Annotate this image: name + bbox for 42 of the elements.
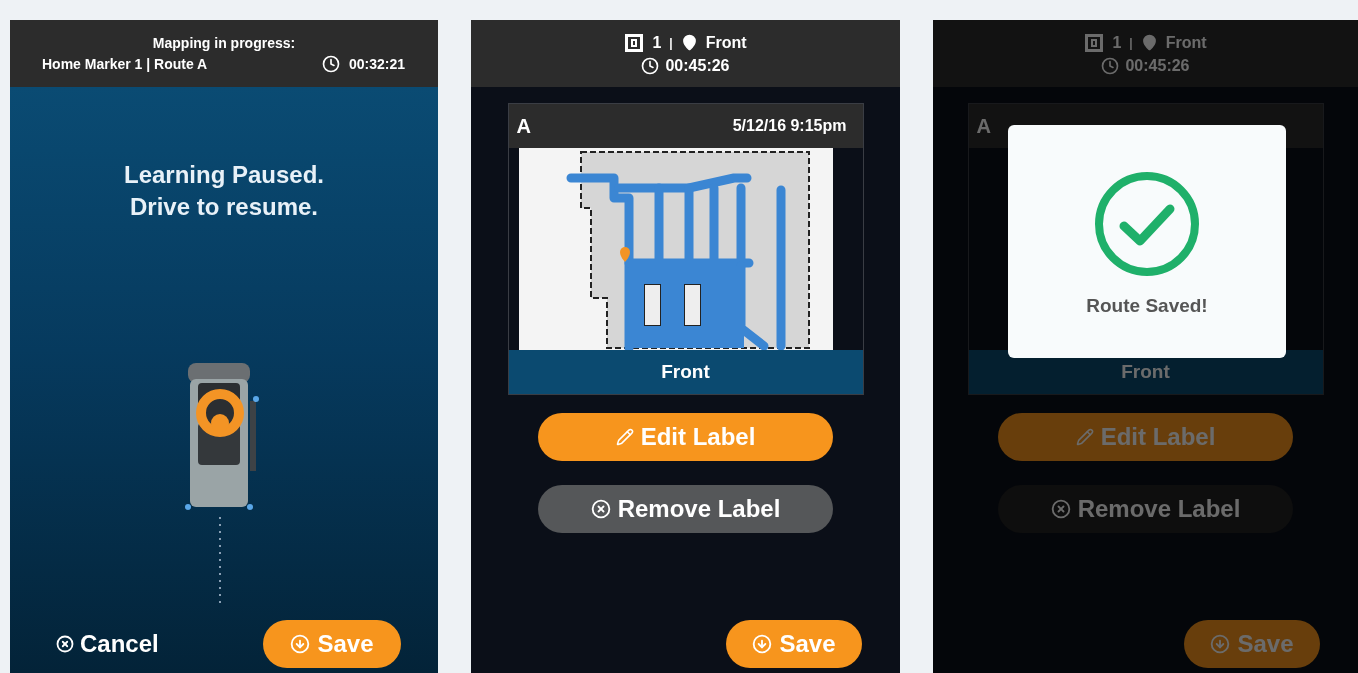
close-icon <box>590 499 611 519</box>
clock-icon <box>321 54 340 73</box>
elapsed-time: 00:45:26 <box>1125 56 1190 75</box>
marker-icon <box>1084 32 1105 53</box>
dialog-message: Route Saved! <box>1086 295 1208 317</box>
route-label: Front <box>1121 361 1170 383</box>
remove-label-button[interactable]: Remove Label <box>538 485 833 533</box>
location-pin-icon <box>680 34 698 51</box>
status-message: Learning Paused. <box>123 160 325 190</box>
close-icon <box>56 635 74 653</box>
route-card[interactable]: A 5/12/16 9:15pm Front <box>507 103 864 395</box>
download-icon <box>752 634 773 654</box>
download-icon <box>1210 634 1231 654</box>
save-button[interactable]: Save <box>263 620 401 668</box>
location-name: Front <box>1165 33 1207 52</box>
remove-label-button[interactable]: Remove Label <box>998 485 1293 533</box>
separator: | <box>1129 35 1133 50</box>
edit-label-button[interactable]: Edit Label <box>538 413 833 461</box>
header-title: Mapping in progress: <box>152 34 296 51</box>
elapsed-time: 00:32:21 <box>348 55 405 72</box>
save-button[interactable]: Save <box>726 620 862 668</box>
clock-icon <box>641 56 660 75</box>
route-label: Front <box>661 361 710 383</box>
clock-icon <box>1101 56 1120 75</box>
separator: | <box>669 35 673 50</box>
pencil-icon <box>1075 428 1094 446</box>
cancel-button[interactable]: Cancel <box>56 630 159 658</box>
check-circle-icon <box>1094 171 1200 277</box>
download-icon <box>290 634 311 654</box>
route-date: 5/12/16 9:15pm <box>732 117 847 135</box>
close-icon <box>1050 499 1071 519</box>
elapsed-time: 00:45:26 <box>665 56 730 75</box>
marker-number: 1 <box>652 33 662 52</box>
location-name: Front <box>705 33 747 52</box>
pencil-icon <box>615 428 634 446</box>
status-message: Drive to resume. <box>129 192 319 222</box>
location-pin-icon <box>1140 34 1158 51</box>
marker-icon <box>624 32 645 53</box>
route-letter: A <box>516 114 531 138</box>
marker-number: 1 <box>1112 33 1122 52</box>
route-name: Home Marker 1 | Route A <box>42 55 208 72</box>
route-letter: A <box>976 114 991 138</box>
